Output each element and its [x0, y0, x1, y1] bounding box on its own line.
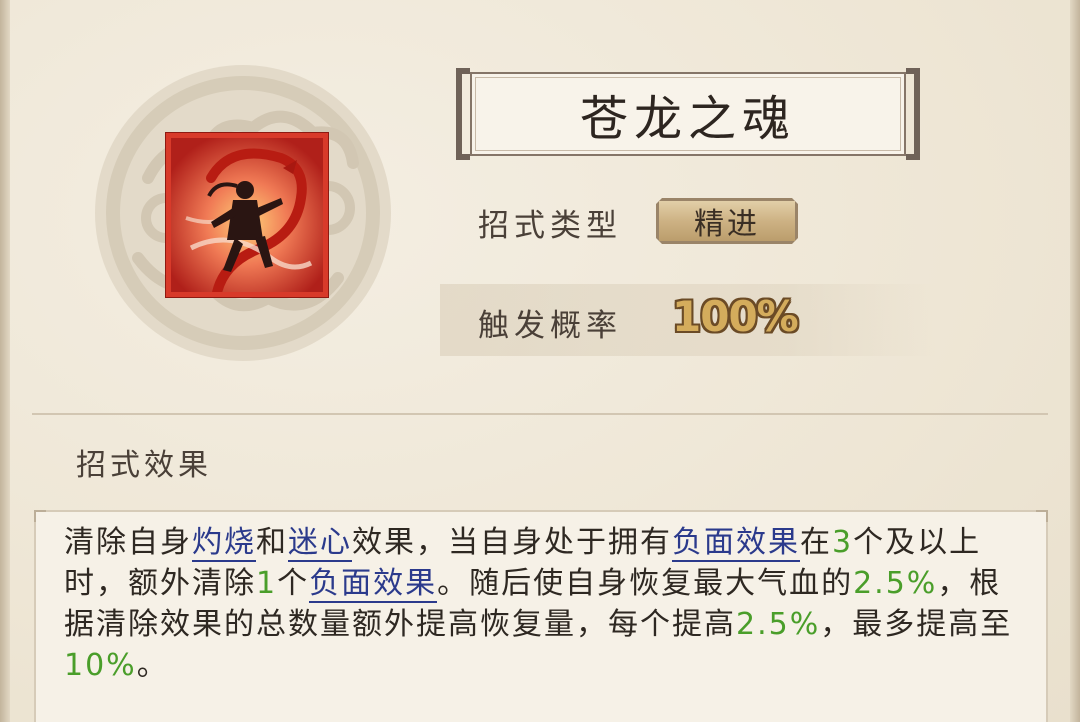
frame-left-border	[0, 0, 10, 722]
effect-number: 2.5%	[736, 607, 821, 642]
section-divider	[32, 413, 1048, 415]
skill-type-badge: 精进	[656, 198, 798, 244]
box-corner-top-left	[34, 510, 46, 522]
effect-text: 在	[800, 525, 832, 560]
effect-number: 2.5%	[853, 566, 938, 601]
effect-text: 清除自身	[64, 525, 192, 560]
box-corner-top-right	[1036, 510, 1048, 522]
frame-right-border	[1070, 0, 1080, 722]
skill-title-plaque: 苍龙之魂	[456, 68, 920, 160]
keyword-debuff-link[interactable]: 负面效果	[309, 566, 438, 603]
effect-text: ，最多提高至	[820, 607, 1013, 642]
effect-number: 1	[256, 566, 278, 601]
effect-heading: 招式效果	[76, 448, 212, 483]
effect-text: 和	[256, 525, 288, 560]
trigger-rate-value: 100%	[672, 292, 799, 341]
effect-number: 10%	[64, 648, 137, 683]
keyword-confusion-link[interactable]: 迷心	[288, 525, 352, 562]
keyword-debuff-link[interactable]: 负面效果	[672, 525, 800, 562]
effect-text: 。随后使自身恢复最大气血的	[437, 566, 854, 601]
effect-description: 清除自身灼烧和迷心效果，当自身处于拥有负面效果在3个及以上时，额外清除1个负面效…	[64, 522, 1014, 686]
effect-text: 。	[136, 648, 169, 683]
keyword-burn-link[interactable]: 灼烧	[192, 525, 256, 562]
trigger-rate-label: 触发概率	[478, 308, 622, 344]
skill-name: 苍龙之魂	[579, 91, 796, 147]
dragon-warrior-skill-icon[interactable]	[166, 133, 328, 297]
effect-number: 3	[832, 525, 854, 560]
skill-type-label: 招式类型	[478, 208, 622, 244]
effect-text: 效果，当自身处于拥有	[352, 525, 672, 560]
effect-text: 个	[277, 566, 310, 601]
